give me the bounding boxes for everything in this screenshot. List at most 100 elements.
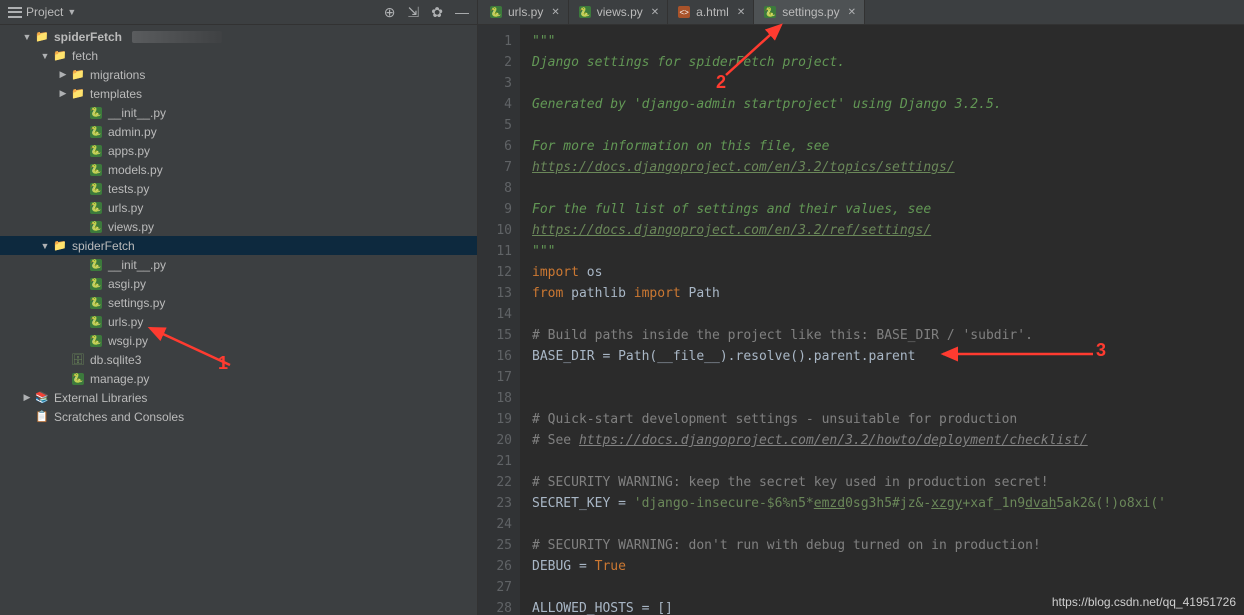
tree-item-label: wsgi.py [108,334,148,348]
code-line[interactable]: https://docs.djangoproject.com/en/3.2/re… [532,220,1244,241]
folder-icon: 📁 [52,48,68,64]
code-content[interactable]: """Django settings for spiderFetch proje… [520,25,1244,615]
close-icon[interactable]: ✕ [651,7,659,18]
code-line[interactable] [532,304,1244,325]
tree-item-External-Libraries[interactable]: 📚External Libraries [0,388,477,407]
tree-item-__init__-py[interactable]: __init__.py [0,255,477,274]
code-line[interactable]: """ [532,241,1244,262]
line-number: 8 [478,178,512,199]
tab-label: views.py [597,5,643,19]
tab-label: a.html [696,5,729,19]
tree-item-templates[interactable]: 📁templates [0,84,477,103]
line-number: 24 [478,514,512,535]
locate-icon[interactable]: ⊕ [384,4,396,21]
watermark: https://blog.csdn.net/qq_41951726 [1052,595,1236,609]
tree-item-label: tests.py [108,182,149,196]
code-line[interactable]: import os [532,262,1244,283]
code-line[interactable]: # Quick-start development settings - uns… [532,409,1244,430]
tree-item-settings-py[interactable]: settings.py [0,293,477,312]
tree-item-fetch[interactable]: 📁 fetch [0,46,477,65]
tab-urls-py[interactable]: urls.py✕ [480,0,569,24]
python-file-icon [88,105,104,121]
tree-item-label: models.py [108,163,163,177]
line-number: 19 [478,409,512,430]
code-line[interactable] [532,514,1244,535]
chevron-down-icon: ▼ [67,7,76,17]
gear-icon[interactable]: ✿ [431,4,443,21]
line-number: 21 [478,451,512,472]
line-number: 25 [478,535,512,556]
code-line[interactable] [532,451,1244,472]
code-line[interactable]: For the full list of settings and their … [532,199,1244,220]
code-line[interactable]: # SECURITY WARNING: don't run with debug… [532,535,1244,556]
code-editor[interactable]: 1234567891011121314151617181920212223242… [478,25,1244,615]
tree-item-migrations[interactable]: 📁migrations [0,65,477,84]
tree-item-label: apps.py [108,144,150,158]
tree-item-spiderFetch[interactable]: 📁spiderFetch [0,27,477,46]
line-number: 22 [478,472,512,493]
tree-item-urls-py[interactable]: urls.py [0,198,477,217]
line-number: 12 [478,262,512,283]
code-line[interactable]: SECRET_KEY = 'django-insecure-$6%n5*emzd… [532,493,1244,514]
tree-item-wsgi-py[interactable]: wsgi.py [0,331,477,350]
code-line[interactable]: """ [532,31,1244,52]
tree-item-urls-py[interactable]: urls.py [0,312,477,331]
line-number: 23 [478,493,512,514]
chevron-down-icon [40,241,50,251]
code-line[interactable]: DEBUG = True [532,556,1244,577]
chevron-down-icon [22,32,32,42]
code-line[interactable]: Django settings for spiderFetch project. [532,52,1244,73]
close-icon[interactable]: ✕ [551,7,559,18]
code-line[interactable] [532,73,1244,94]
tree-item-admin-py[interactable]: admin.py [0,122,477,141]
hide-icon[interactable]: — [455,4,469,20]
folder-icon: 📁 [52,238,68,254]
code-line[interactable] [532,367,1244,388]
code-line[interactable]: https://docs.djangoproject.com/en/3.2/to… [532,157,1244,178]
project-tree[interactable]: 📁spiderFetch📁fetch📁migrations📁templates_… [0,25,477,615]
tree-item-spiderFetch[interactable]: 📁spiderFetch [0,236,477,255]
python-file-icon [88,162,104,178]
python-file-icon [577,4,593,20]
folder-icon: 📁 [34,29,50,45]
tree-item-label: Scratches and Consoles [54,410,184,424]
line-number: 2 [478,52,512,73]
expand-icon[interactable]: ⇲ [408,4,420,21]
line-number: 20 [478,430,512,451]
tree-item-Scratches-and-Consoles[interactable]: 📋Scratches and Consoles [0,407,477,426]
tab-settings-py[interactable]: settings.py✕ [754,0,865,24]
code-line[interactable] [532,178,1244,199]
project-tool-header: Project ▼ ⊕ ⇲ ✿ — [0,0,477,25]
project-sidebar: Project ▼ ⊕ ⇲ ✿ — 📁spiderFetch📁fetch📁mig… [0,0,478,615]
code-line[interactable]: # Build paths inside the project like th… [532,325,1244,346]
tree-item-asgi-py[interactable]: asgi.py [0,274,477,293]
tab-views-py[interactable]: views.py ✕ [569,0,668,24]
close-icon[interactable]: ✕ [848,7,856,18]
tree-item-views-py[interactable]: views.py [0,217,477,236]
code-line[interactable]: # See https://docs.djangoproject.com/en/… [532,430,1244,451]
code-line[interactable]: BASE_DIR = Path(__file__).resolve().pare… [532,346,1244,367]
python-file-icon [88,181,104,197]
tree-item-models-py[interactable]: models.py [0,160,477,179]
chevron-right-icon [58,88,68,99]
tree-item-manage-py[interactable]: manage.py [0,369,477,388]
python-file-icon [88,333,104,349]
tree-item-tests-py[interactable]: tests.py [0,179,477,198]
code-line[interactable]: from pathlib import Path [532,283,1244,304]
code-line[interactable]: For more information on this file, see [532,136,1244,157]
code-line[interactable]: Generated by 'django-admin startproject'… [532,94,1244,115]
tree-item-db-sqlite3[interactable]: 🗄db.sqlite3 [0,350,477,369]
tree-item-apps-py[interactable]: apps.py [0,141,477,160]
tree-item-label: fetch [72,49,98,63]
tab-a-html[interactable]: a.html ✕ [668,0,754,24]
tree-item-label: templates [90,87,142,101]
close-icon[interactable]: ✕ [737,7,745,18]
project-title: Project [26,5,63,19]
code-line[interactable] [532,115,1244,136]
line-number: 7 [478,157,512,178]
tree-item-label: __init__.py [108,106,166,120]
code-line[interactable] [532,388,1244,409]
project-dropdown[interactable]: Project ▼ [8,5,76,19]
tree-item-__init__-py[interactable]: __init__.py [0,103,477,122]
code-line[interactable]: # SECURITY WARNING: keep the secret key … [532,472,1244,493]
